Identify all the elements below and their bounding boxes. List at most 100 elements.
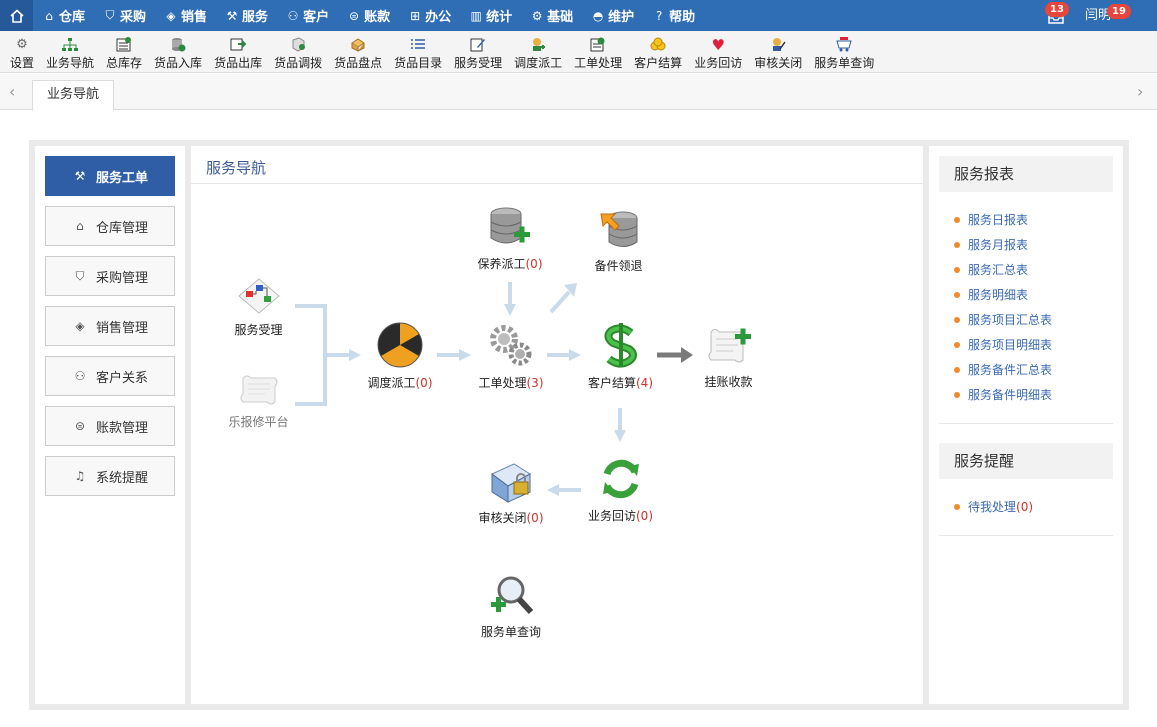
chevron-left-icon[interactable]: ‹	[9, 82, 15, 101]
inventory-icon	[115, 36, 133, 53]
toolbar-dispatch[interactable]: 调度派工	[508, 31, 568, 72]
dispatch-icon	[529, 36, 547, 53]
toolbar-catalog[interactable]: 货品目录	[388, 31, 448, 72]
arrow-to-dispatch	[349, 349, 361, 361]
bullet-icon	[954, 341, 960, 348]
report-link[interactable]: 服务项目明细表	[954, 333, 1052, 358]
stock-out-icon	[229, 36, 247, 53]
node-lebaoxiu[interactable]: 乐报修平台	[221, 372, 296, 430]
tag-icon: ◈	[75, 319, 85, 333]
top-nav: ⌂ 仓库 ⛉ 采购 ◈ 销售 ⚒ 服务 ⚇ 客户 ⊜ 账款 ⊞ 办公 ▥ 统计 ⚙ 基础 ◓ 维护 …	[0, 0, 1157, 31]
left-menu-purchase[interactable]: ⛉ 采购管理	[45, 256, 175, 296]
report-link[interactable]: 服务汇总表	[954, 258, 1052, 283]
toolbar-transfer[interactable]: 货品调拨	[268, 31, 328, 72]
gears-icon	[490, 325, 532, 366]
stock-in-icon	[169, 36, 187, 53]
left-menu-accounts[interactable]: ⊜ 账款管理	[45, 406, 175, 446]
menu-sales[interactable]: ◈ 销售	[155, 0, 216, 31]
toolbar-stock-in[interactable]: 货品入库	[148, 31, 208, 72]
menu-maintain[interactable]: ◓ 维护	[582, 0, 643, 31]
notifications-button[interactable]: 13	[1045, 2, 1069, 25]
stocktake-icon	[349, 36, 367, 53]
toolbar-business-nav[interactable]: 业务导航	[40, 31, 100, 72]
report-link[interactable]: 服务备件汇总表	[954, 358, 1052, 383]
bullet-icon	[954, 216, 960, 223]
node-parts-return[interactable]: 备件领退	[586, 208, 651, 274]
home-button[interactable]	[0, 0, 33, 31]
bullet-icon	[954, 266, 960, 273]
right-panel: 服务报表 服务日报表 服务月报表 服务汇总表 服务明细表 服务项目汇总表 服务项…	[929, 146, 1123, 704]
node-settlement[interactable]: 客户结算(4)	[583, 321, 658, 391]
toolbar-settings[interactable]: ⚙ 设置	[4, 31, 40, 72]
toolbar-settlement[interactable]: 客户结算	[628, 31, 688, 72]
menu-basic[interactable]: ⚙ 基础	[521, 0, 582, 31]
reminders-title: 服务提醒	[939, 443, 1113, 479]
edit-icon	[469, 36, 487, 53]
menu-service[interactable]: ⚒ 服务	[216, 0, 277, 31]
node-audit-close[interactable]: 审核关闭(0)	[475, 460, 547, 526]
reminder-link[interactable]: 待我处理(0)	[954, 495, 1033, 520]
menu-purchase[interactable]: ⛉ 采购	[94, 0, 155, 31]
tab-business-nav[interactable]: 业务导航	[32, 80, 114, 111]
chevron-right-icon[interactable]: ›	[1137, 82, 1143, 101]
node-credit[interactable]: 挂账收款	[696, 324, 761, 390]
node-maintenance-dispatch[interactable]: 保养派工(0)	[475, 206, 545, 272]
left-menu-warehouse[interactable]: ⌂ 仓库管理	[45, 206, 175, 246]
help-icon: ?	[655, 8, 663, 23]
flow-arrows	[295, 282, 693, 496]
report-link[interactable]: 服务备件明细表	[954, 383, 1052, 408]
cart-search-icon	[835, 36, 853, 53]
menu-customer[interactable]: ⚇ 客户	[277, 0, 338, 31]
toolbar-total-inventory[interactable]: 总库存	[100, 31, 148, 72]
toolbar-stocktake[interactable]: 货品盘点	[328, 31, 388, 72]
node-dispatch[interactable]: 调度派工(0)	[365, 321, 435, 391]
toolbar-service-accept[interactable]: 服务受理	[448, 31, 508, 72]
node-work-order[interactable]: 工单处理(3)	[475, 321, 547, 391]
report-link[interactable]: 服务项目汇总表	[954, 308, 1052, 333]
gear-icon: ⚙	[16, 37, 28, 52]
report-link[interactable]: 服务明细表	[954, 283, 1052, 308]
arrow-workorder-to-parts	[549, 290, 571, 314]
user-badge: 19	[1107, 4, 1131, 19]
divider	[939, 423, 1113, 424]
money-icon: ⊜	[74, 419, 86, 433]
user-menu[interactable]: 闫明 19	[1085, 0, 1131, 31]
report-link[interactable]: 服务日报表	[954, 208, 1052, 233]
transfer-icon	[289, 36, 307, 53]
left-menu-customer[interactable]: ⚇ 客户关系	[45, 356, 175, 396]
menu-statistics[interactable]: ▥ 统计	[460, 0, 521, 31]
node-revisit[interactable]: 业务回访(0)	[583, 456, 658, 524]
bullet-icon	[954, 241, 960, 248]
lock-book-icon	[491, 463, 531, 503]
tab-bar: ‹ 业务导航 ›	[0, 74, 1157, 111]
scroll-add-icon	[708, 328, 751, 363]
bar-chart-icon: ▥	[470, 8, 482, 23]
left-menu-service-order[interactable]: ⚒ 服务工单	[45, 156, 175, 196]
menu-office[interactable]: ⊞ 办公	[399, 0, 460, 31]
toolbar-work-order[interactable]: 工单处理	[568, 31, 628, 72]
reports-list: 服务日报表 服务月报表 服务汇总表 服务明细表 服务项目汇总表 服务项目明细表 …	[954, 208, 1052, 408]
gear-icon: ⚙	[531, 8, 543, 23]
reports-title: 服务报表	[939, 156, 1113, 192]
database-add-icon	[490, 207, 530, 244]
bullet-icon	[954, 291, 960, 298]
cart-icon: ⛉	[75, 268, 85, 283]
flowchart-icon	[237, 278, 280, 314]
tag-icon: ◈	[166, 8, 176, 23]
menu-help[interactable]: ? 帮助	[643, 0, 704, 31]
left-menu-reminders[interactable]: ♫ 系统提醒	[45, 456, 175, 496]
node-service-query[interactable]: 服务单查询	[474, 574, 548, 640]
left-menu: ⚒ 服务工单 ⌂ 仓库管理 ⛉ 采购管理 ◈ 销售管理 ⚇ 客户关系 ⊜ 账款管理 ♫ 系统提…	[35, 146, 185, 704]
menu-accounts[interactable]: ⊜ 账款	[338, 0, 399, 31]
toolbar-revisit[interactable]: ♥ 业务回访	[688, 31, 748, 72]
toolbar-service-query[interactable]: 服务单查询	[808, 31, 880, 72]
user-area: 13 闫明 19	[1045, 0, 1157, 31]
toolbar-stock-out[interactable]: 货品出库	[208, 31, 268, 72]
node-service-accept[interactable]: 服务受理	[226, 276, 291, 338]
bell-icon: ♫	[74, 469, 86, 483]
left-menu-sales[interactable]: ◈ 销售管理	[45, 306, 175, 346]
user-icon: ⚇	[74, 369, 86, 383]
menu-warehouse[interactable]: ⌂ 仓库	[33, 0, 94, 31]
toolbar-audit-close[interactable]: 审核关闭	[748, 31, 808, 72]
report-link[interactable]: 服务月报表	[954, 233, 1052, 258]
